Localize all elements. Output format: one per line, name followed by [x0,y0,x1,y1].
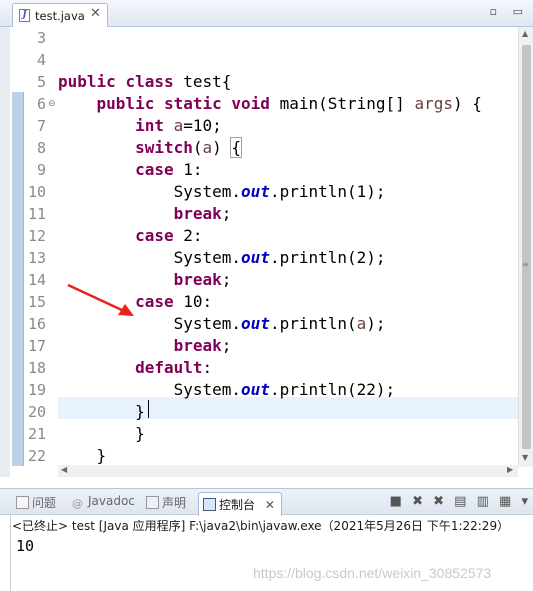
horizontal-scrollbar[interactable]: ◀ ▶ [58,465,518,477]
tab-problems[interactable]: 问题 [16,494,56,511]
code-line-5: public class test{ [58,72,232,91]
line-number: 10 [27,183,46,201]
code-line-21: } [58,424,145,443]
scroll-down-icon[interactable]: ▼ [522,453,528,462]
code-line-22: } [58,446,107,465]
editor-tab-test-java[interactable]: J test.java ✕ [12,3,108,27]
line-number: 22 [27,447,46,465]
open-console-icon[interactable]: ▾ [521,494,531,509]
remove-all-launches-icon[interactable]: ✖ [433,494,447,509]
java-file-icon: J [19,9,30,22]
scroll-lock-icon[interactable]: ▥ [477,494,492,509]
code-line-20: } [58,402,145,421]
code-line-6: public static void main(String[] args) { [96,94,482,113]
line-number: 6 [36,95,46,113]
problems-icon [16,496,29,509]
javadoc-icon: @ [72,497,83,510]
code-line-12: case 2: [135,226,203,245]
red-annotation-arrow-icon [67,283,134,316]
pin-console-icon[interactable]: ▦ [499,494,514,509]
scroll-up-icon[interactable]: ▲ [522,29,528,38]
line-number: 4 [36,51,46,69]
line-number: 15 [27,293,46,311]
code-line-17: break; [173,336,232,355]
clear-console-icon[interactable]: ▤ [454,494,469,509]
remove-launch-icon[interactable]: ✖ [412,494,426,509]
editor-tab-label: test.java [35,9,85,23]
code-line-10: System.out.println(1); [173,182,386,201]
console-view-tab-bar: 问题 @ Javadoc 声明 控制台 ✕ ■ ✖ ✖ ▤ ▥ ▦ ▾ [0,488,533,516]
line-number: 9 [36,161,46,179]
declaration-icon [146,496,159,509]
line-number: 3 [36,29,46,47]
line-number-gutter: 3 4 5 6 7 8 9 10 11 12 13 14 15 16 17 18… [14,27,56,467]
line-number: 18 [27,359,46,377]
close-tab-icon[interactable]: ✕ [90,6,101,21]
code-line-7: int a=10; [135,116,222,135]
code-line-11: break; [173,204,232,223]
code-line-8: switch(a) { [135,137,243,158]
editor-left-margin [0,27,10,477]
code-line-13: System.out.println(2); [173,248,386,267]
line-number: 12 [27,227,46,245]
editor-tab-bar: J test.java ✕ ▫ ▭ [0,0,533,27]
terminate-icon[interactable]: ■ [390,494,405,509]
vertical-scrollbar[interactable]: ▲ ≡ ▼ [518,27,533,467]
line-number: 13 [27,249,46,267]
console-toolbar[interactable]: ■ ✖ ✖ ▤ ▥ ▦ ▾ [390,494,531,509]
code-line-9: case 1: [135,160,203,179]
code-editor[interactable]: 3 4 5 6 7 8 9 10 11 12 13 14 15 16 17 18… [0,27,533,477]
line-number: 20 [27,403,46,421]
collapse-fold-icon[interactable]: ⊖ [48,99,56,109]
line-number: 7 [36,117,46,135]
line-number: 8 [36,139,46,157]
tab-declaration[interactable]: 声明 [146,494,186,511]
line-number: 19 [27,381,46,399]
line-number: 16 [27,315,46,333]
tab-console[interactable]: 控制台 ✕ [198,492,282,516]
scroll-right-icon[interactable]: ▶ [507,465,513,474]
console-output[interactable]: 10 [16,537,34,555]
scroll-left-icon[interactable]: ◀ [61,465,67,474]
line-number: 5 [36,73,46,91]
close-console-tab-icon[interactable]: ✕ [265,498,275,512]
tab-javadoc[interactable]: @ Javadoc [72,494,135,510]
console-icon [203,498,216,511]
text-caret [148,400,149,418]
line-number: 11 [27,205,46,223]
editor-window-controls[interactable]: ▫ ▭ [490,5,529,18]
line-number: 21 [27,425,46,443]
console-status-line: <已终止> test [Java 应用程序] F:\java2\bin\java… [12,519,510,533]
code-line-19: System.out.println(22); [173,380,396,399]
code-area[interactable]: public class test{ public static void ma… [58,27,518,467]
line-number: 14 [27,271,46,289]
line-number: 17 [27,337,46,355]
watermark-text: https://blog.csdn.net/weixin_30852573 [253,565,492,581]
code-line-18: default: [135,358,213,377]
vertical-scroll-thumb[interactable] [522,45,531,449]
console-left-border [10,515,11,591]
scroll-grip-icon: ≡ [522,260,529,269]
